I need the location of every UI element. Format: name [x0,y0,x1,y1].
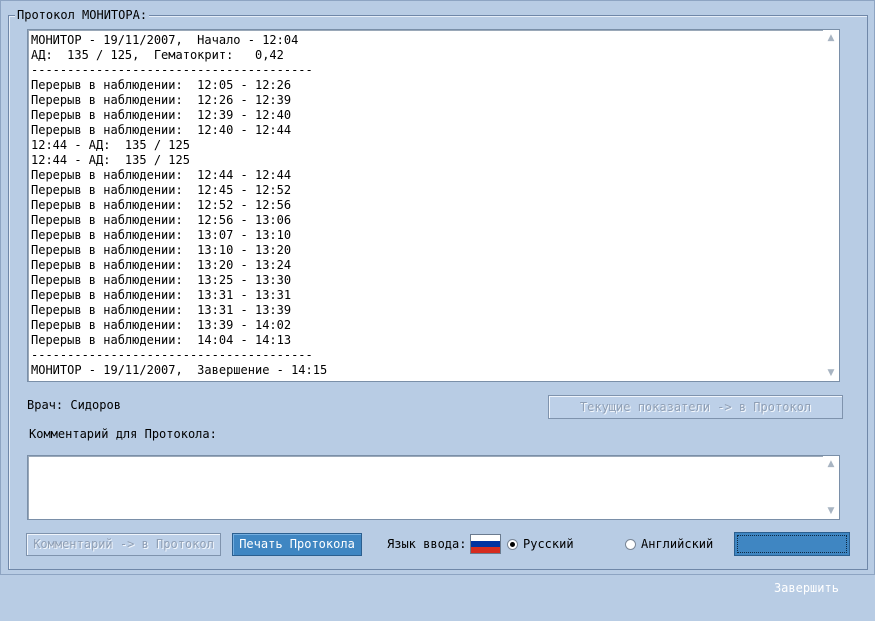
protocol-log-scrollbar[interactable]: ▲ ▼ [823,30,839,381]
monitor-protocol-window: Протокол МОНИТОРА: МОНИТОР - 19/11/2007,… [0,0,875,595]
scroll-down-icon[interactable]: ▼ [823,503,839,519]
radio-selected-dot [510,542,515,547]
log-line: Перерыв в наблюдении: 13:39 - 14:02 [31,318,292,332]
protocol-log[interactable]: МОНИТОР - 19/11/2007, Начало - 12:04 АД: … [27,29,840,382]
radio-english-label[interactable]: Английский [641,537,713,551]
russian-flag-icon [470,534,501,554]
log-line: Перерыв в наблюдении: 12:44 - 12:44 [31,168,292,182]
log-line: Перерыв в наблюдении: 12:05 - 12:26 [31,78,292,92]
scroll-up-icon[interactable]: ▲ [823,456,839,472]
log-line: Перерыв в наблюдении: 13:31 - 13:39 [31,303,292,317]
print-protocol-button[interactable]: Печать Протокола [232,533,362,556]
log-line: Перерыв в наблюдении: 12:45 - 12:52 [31,183,292,197]
comment-field[interactable]: ▲ ▼ [27,455,840,520]
log-line: Перерыв в наблюдении: 12:39 - 12:40 [31,108,292,122]
log-line: --------------------------------------- [31,348,313,362]
comment-field-text [31,459,821,519]
log-line: Перерыв в наблюдении: 13:31 - 13:31 [31,288,292,302]
comment-to-protocol-button[interactable]: Комментарий -> в Протокол [26,533,221,556]
log-line: Перерыв в наблюдении: 12:56 - 13:06 [31,213,292,227]
finish-button-label: Завершить [773,581,839,595]
protocol-log-text: МОНИТОР - 19/11/2007, Начало - 12:04 АД: … [31,33,821,381]
group-title: Протокол МОНИТОРА: [15,8,150,22]
doctor-label: Врач: Сидоров [27,398,121,412]
log-line: Перерыв в наблюдении: 13:20 - 13:24 [31,258,292,272]
language-label: Язык ввода: [387,537,467,551]
log-line: Перерыв в наблюдении: 14:04 - 14:13 [31,333,292,347]
log-line: Перерыв в наблюдении: 13:07 - 13:10 [31,228,292,242]
current-to-protocol-button[interactable]: Текущие показатели -> в Протокол [548,395,843,419]
log-line: АД: 135 / 125, Гематокрит: 0,42 [31,48,284,62]
log-line: --------------------------------------- [31,63,313,77]
comment-label: Комментарий для Протокола: [29,427,217,441]
radio-russian-label[interactable]: Русский [523,537,574,551]
scroll-down-icon[interactable]: ▼ [823,365,839,381]
scroll-up-icon[interactable]: ▲ [823,30,839,46]
radio-russian[interactable] [507,539,518,550]
log-line: 12:44 - АД: 135 / 125 [31,153,190,167]
log-line: Перерыв в наблюдении: 13:25 - 13:30 [31,273,292,287]
finish-button[interactable]: Завершить [734,532,850,595]
radio-english[interactable] [625,539,636,550]
log-line: Перерыв в наблюдении: 13:10 - 13:20 [31,243,292,257]
log-line: Перерыв в наблюдении: 12:26 - 12:39 [31,93,292,107]
log-line: МОНИТОР - 19/11/2007, Начало - 12:04 [31,33,299,47]
log-line: Перерыв в наблюдении: 12:52 - 12:56 [31,198,292,212]
log-line: МОНИТОР - 19/11/2007, Завершение - 14:15 [31,363,328,377]
log-line: Перерыв в наблюдении: 12:40 - 12:44 [31,123,292,137]
comment-scrollbar[interactable]: ▲ ▼ [823,456,839,519]
focus-rect [737,535,847,553]
log-line: 12:44 - АД: 135 / 125 [31,138,190,152]
